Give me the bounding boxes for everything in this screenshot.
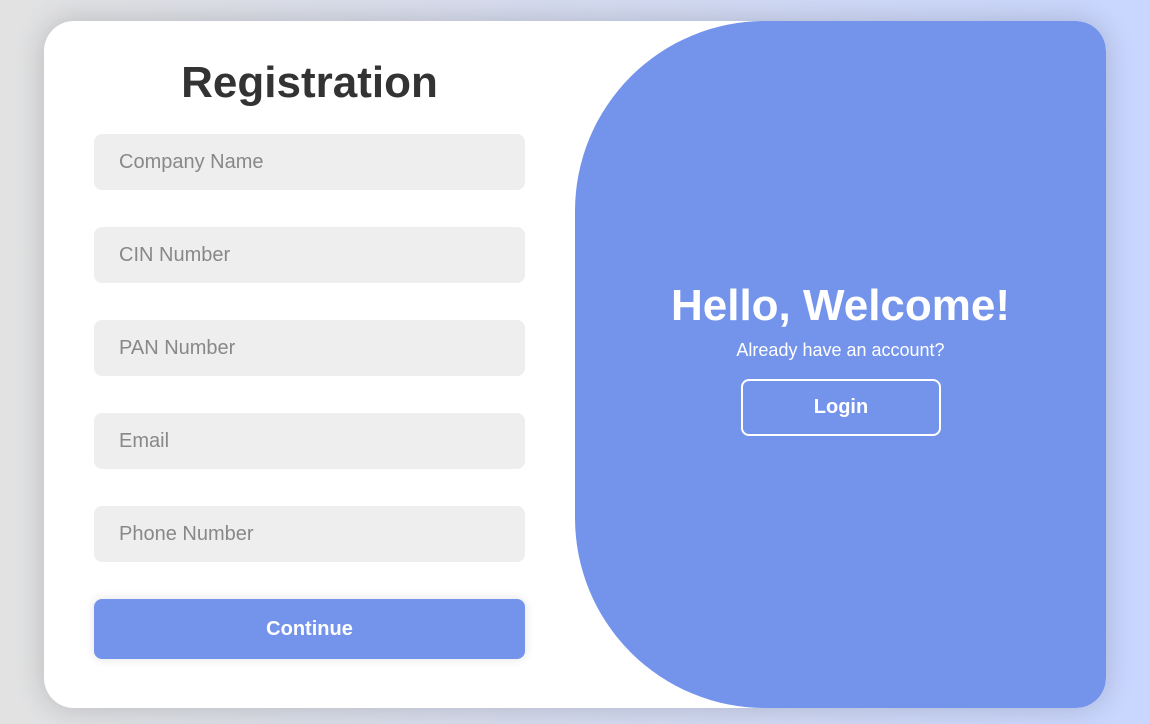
continue-button[interactable]: Continue — [94, 599, 525, 659]
registration-form: Registration Continue — [44, 21, 575, 708]
login-button[interactable]: Login — [741, 379, 941, 436]
phone-number-input[interactable] — [94, 506, 525, 562]
welcome-panel: Hello, Welcome! Already have an account?… — [575, 21, 1106, 708]
form-title: Registration — [181, 58, 438, 107]
welcome-subtitle: Already have an account? — [736, 340, 945, 360]
welcome-title: Hello, Welcome! — [670, 281, 1011, 330]
email-input[interactable] — [94, 413, 525, 469]
registration-card: Registration Continue Hello, Welcome! Al… — [44, 21, 1106, 708]
company-name-input[interactable] — [94, 134, 525, 190]
cin-number-input[interactable] — [94, 227, 525, 283]
pan-number-input[interactable] — [94, 320, 525, 376]
